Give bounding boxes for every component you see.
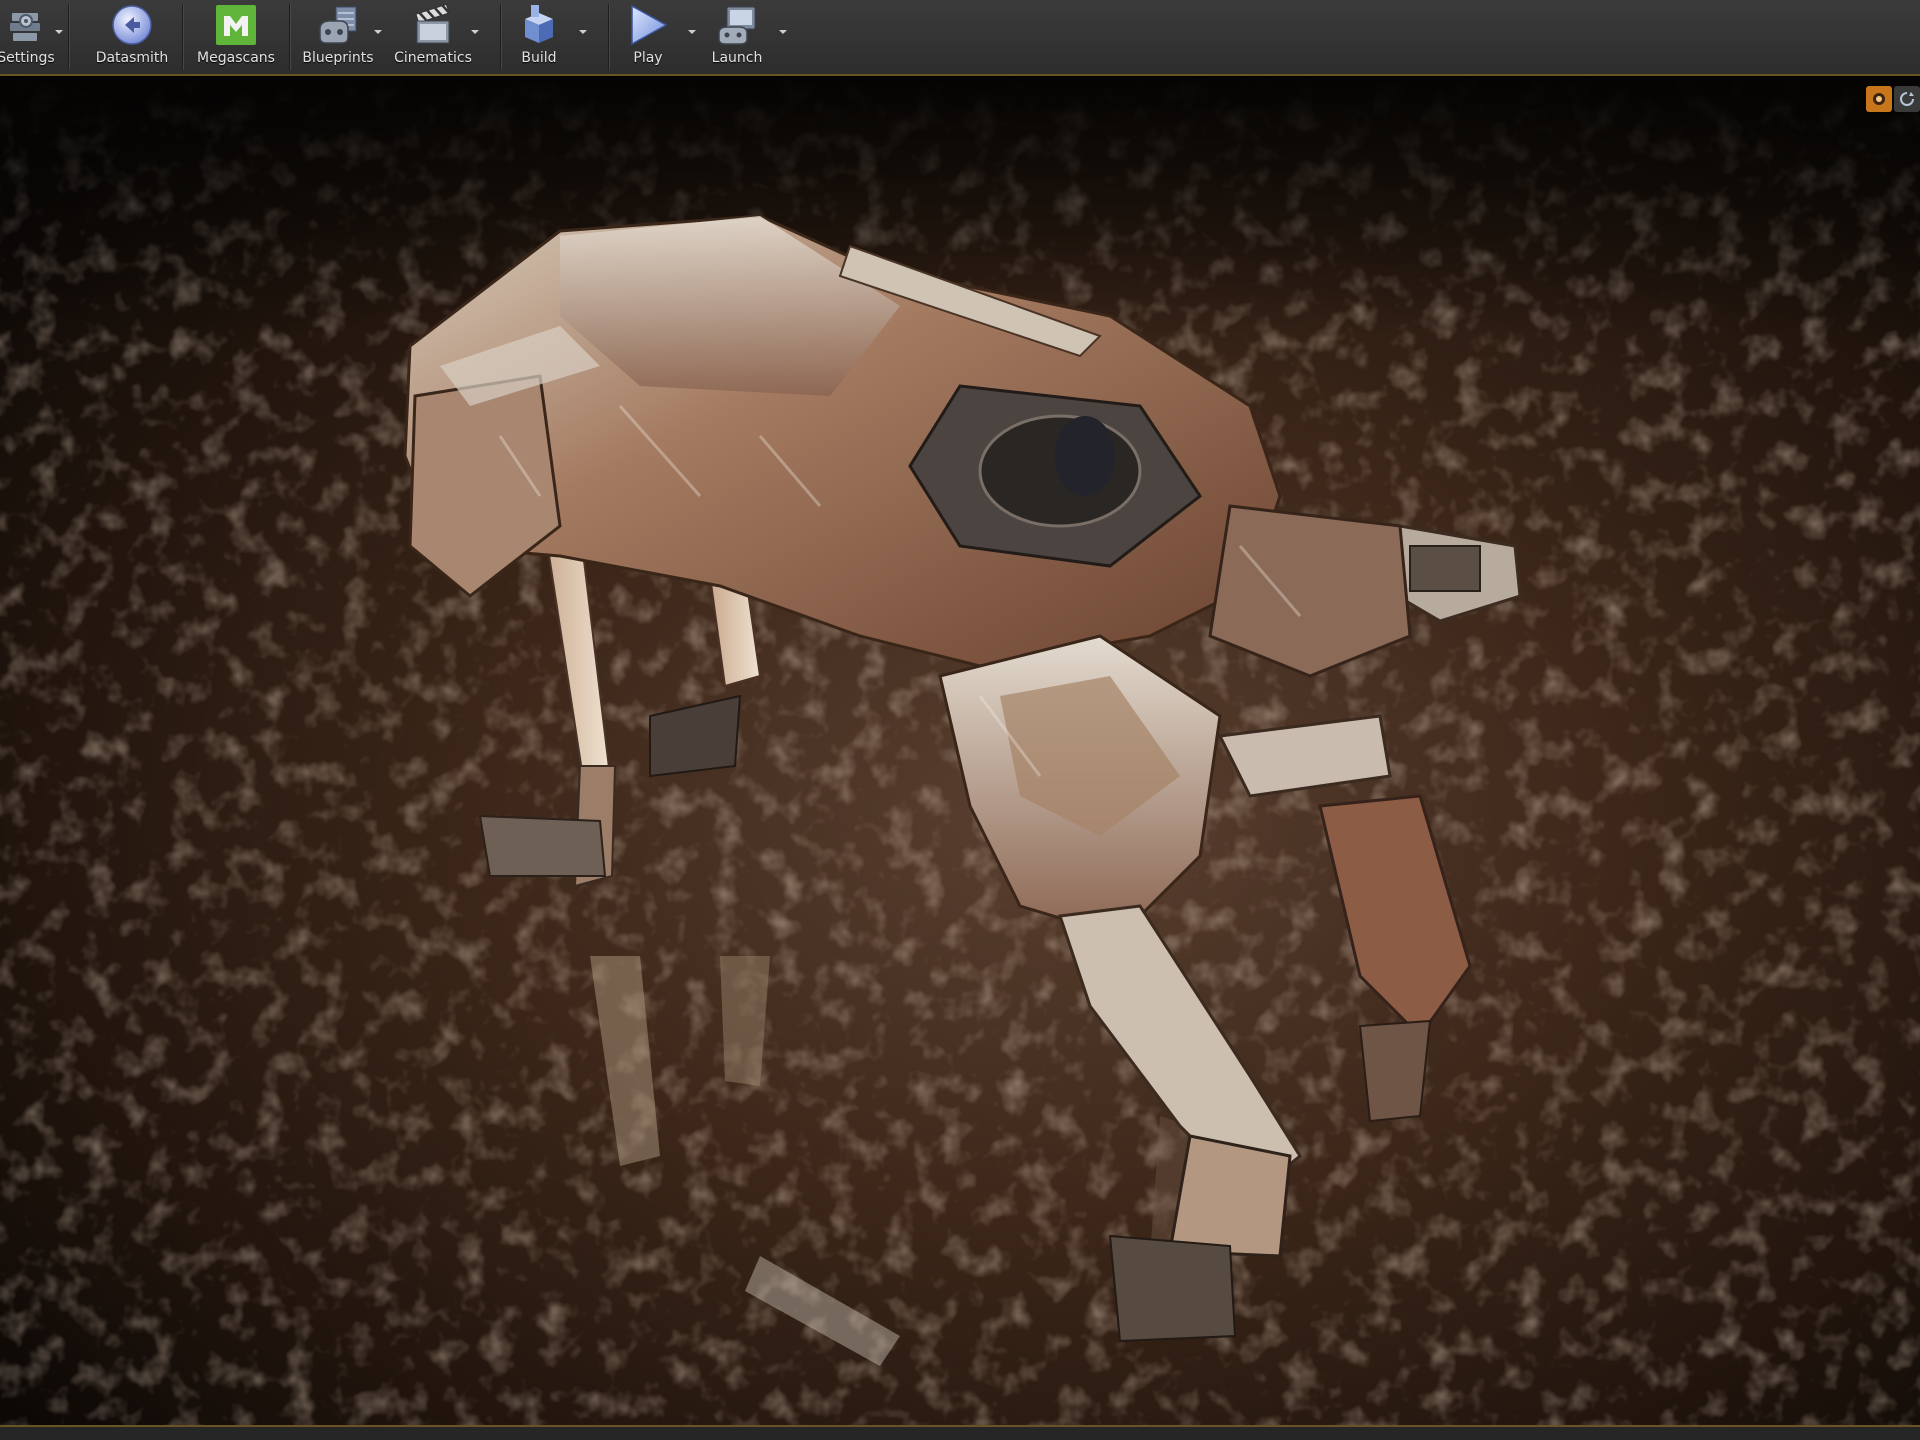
toolbar-play-label: Play [633, 50, 663, 66]
toolbar-settings-label: Settings [0, 50, 55, 66]
toolbar-datasmith-label: Datasmith [95, 50, 169, 66]
toolbar-build-button[interactable]: Build [512, 0, 566, 72]
toolbar-separator [500, 4, 501, 70]
realtime-toggle-icon[interactable] [1866, 86, 1892, 112]
datasmith-icon [110, 3, 154, 47]
toolbar-megascans-button[interactable]: Megascans [196, 0, 276, 72]
toolbar-separator [182, 4, 183, 70]
build-icon [517, 3, 561, 47]
settings-icon [4, 3, 48, 47]
toolbar-cinematics-button[interactable]: Cinematics [394, 0, 472, 72]
cinematics-icon [411, 3, 455, 47]
settings-dropdown-caret[interactable] [55, 30, 63, 34]
toolbar-settings-button[interactable]: Settings [0, 0, 55, 72]
cinematics-dropdown-caret[interactable] [471, 30, 479, 34]
toolbar-separator [68, 4, 69, 70]
blueprints-dropdown-caret[interactable] [374, 30, 382, 34]
toolbar-build-label: Build [521, 50, 557, 66]
level-viewport[interactable] [0, 76, 1920, 1425]
toolbar-cinematics-label: Cinematics [394, 50, 472, 66]
launch-dropdown-caret[interactable] [779, 30, 787, 34]
launch-icon [715, 3, 759, 47]
play-icon [626, 3, 670, 47]
toolbar-play-button[interactable]: Play [620, 0, 676, 72]
toolbar-megascans-label: Megascans [197, 50, 275, 66]
toolbar-launch-button[interactable]: Launch [707, 0, 767, 72]
megascans-icon [214, 3, 258, 47]
build-dropdown-caret[interactable] [579, 30, 587, 34]
refresh-icon[interactable] [1894, 86, 1920, 112]
viewport-bottom-border [0, 1425, 1920, 1440]
blueprints-icon [316, 3, 360, 47]
toolbar-blueprints-button[interactable]: Blueprints [302, 0, 374, 72]
viewport-scene [0, 76, 1920, 1425]
toolbar-datasmith-button[interactable]: Datasmith [90, 0, 174, 72]
toolbar-blueprints-label: Blueprints [302, 50, 374, 66]
toolbar-separator [608, 4, 609, 70]
viewport-controls [1866, 86, 1920, 112]
play-dropdown-caret[interactable] [688, 30, 696, 34]
toolbar-launch-label: Launch [711, 50, 763, 66]
toolbar-separator [289, 4, 290, 70]
main-toolbar: Settings Datasmith Megascans Blueprints … [0, 0, 1920, 76]
